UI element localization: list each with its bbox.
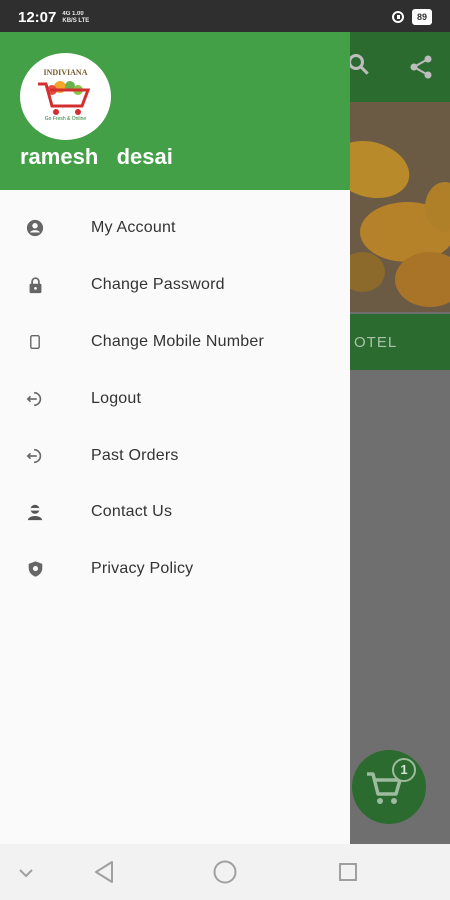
share-icon [410,55,432,79]
battery-indicator: 89 [411,9,432,25]
navigation-drawer: INDIVIANA Go Fresh & Online ramesh desai… [0,32,350,844]
menu-item-change-password[interactable]: Change Password [0,257,350,314]
menu-label-past-orders: Past Orders [91,446,179,464]
menu-label-change-mobile-number: Change Mobile Number [91,332,264,350]
drawer-header: INDIVIANA Go Fresh & Online ramesh desai [0,32,350,190]
user-name: ramesh desai [20,144,173,169]
menu-item-privacy-policy[interactable]: Privacy Policy [0,541,350,598]
background-tab: OTEL [340,314,450,370]
menu-item-my-account[interactable]: My Account [0,200,350,257]
collapse-chevron-icon[interactable] [12,858,40,886]
status-left: 12:07 4G 1.00 KB/S LTE [18,9,89,26]
account-circle-icon [25,218,45,238]
system-navigation-bar [0,844,450,900]
contact-icon [25,502,45,522]
status-bar: 12:07 4G 1.00 KB/S LTE 89 [0,0,450,32]
status-time: 12:07 [18,9,57,26]
cart-count-badge: 1 [392,758,416,782]
menu-item-logout[interactable]: Logout [0,370,350,427]
menu-label-privacy-policy: Privacy Policy [91,560,194,578]
app-logo: INDIVIANA Go Fresh & Online [20,53,111,140]
menu-label-contact-us: Contact Us [91,503,173,521]
menu-item-change-mobile-number[interactable]: Change Mobile Number [0,314,350,371]
menu-label-change-password: Change Password [91,276,225,294]
logout-icon [25,389,45,409]
recents-button[interactable] [334,858,362,886]
phone-icon [25,332,45,352]
logo-brand: INDIVIANA [43,68,88,77]
alarm-icon [391,11,404,23]
shopping-basket-logo-icon [38,81,91,115]
network-line-1: 4G 1.00 [62,10,84,17]
lock-icon [25,275,45,295]
network-line-2: KB/S LTE [62,17,90,24]
network-info: 4G 1.00 KB/S LTE [62,11,89,25]
menu-item-past-orders[interactable]: Past Orders [0,427,350,484]
menu-label-my-account: My Account [91,219,176,237]
product-banner-image [340,102,450,312]
home-button[interactable] [211,858,239,886]
shield-icon [25,559,45,579]
menu-label-logout: Logout [91,389,142,407]
menu-item-contact-us[interactable]: Contact Us [0,484,350,541]
drawer-menu: My Account Change Password Change Mobile… [0,200,350,598]
logo-tagline: Go Fresh & Online [44,116,87,122]
status-right: 89 [391,9,432,25]
search-icon [348,54,364,70]
back-button[interactable] [90,858,118,886]
past-orders-icon [25,446,45,466]
cart-button: 1 [352,750,426,824]
